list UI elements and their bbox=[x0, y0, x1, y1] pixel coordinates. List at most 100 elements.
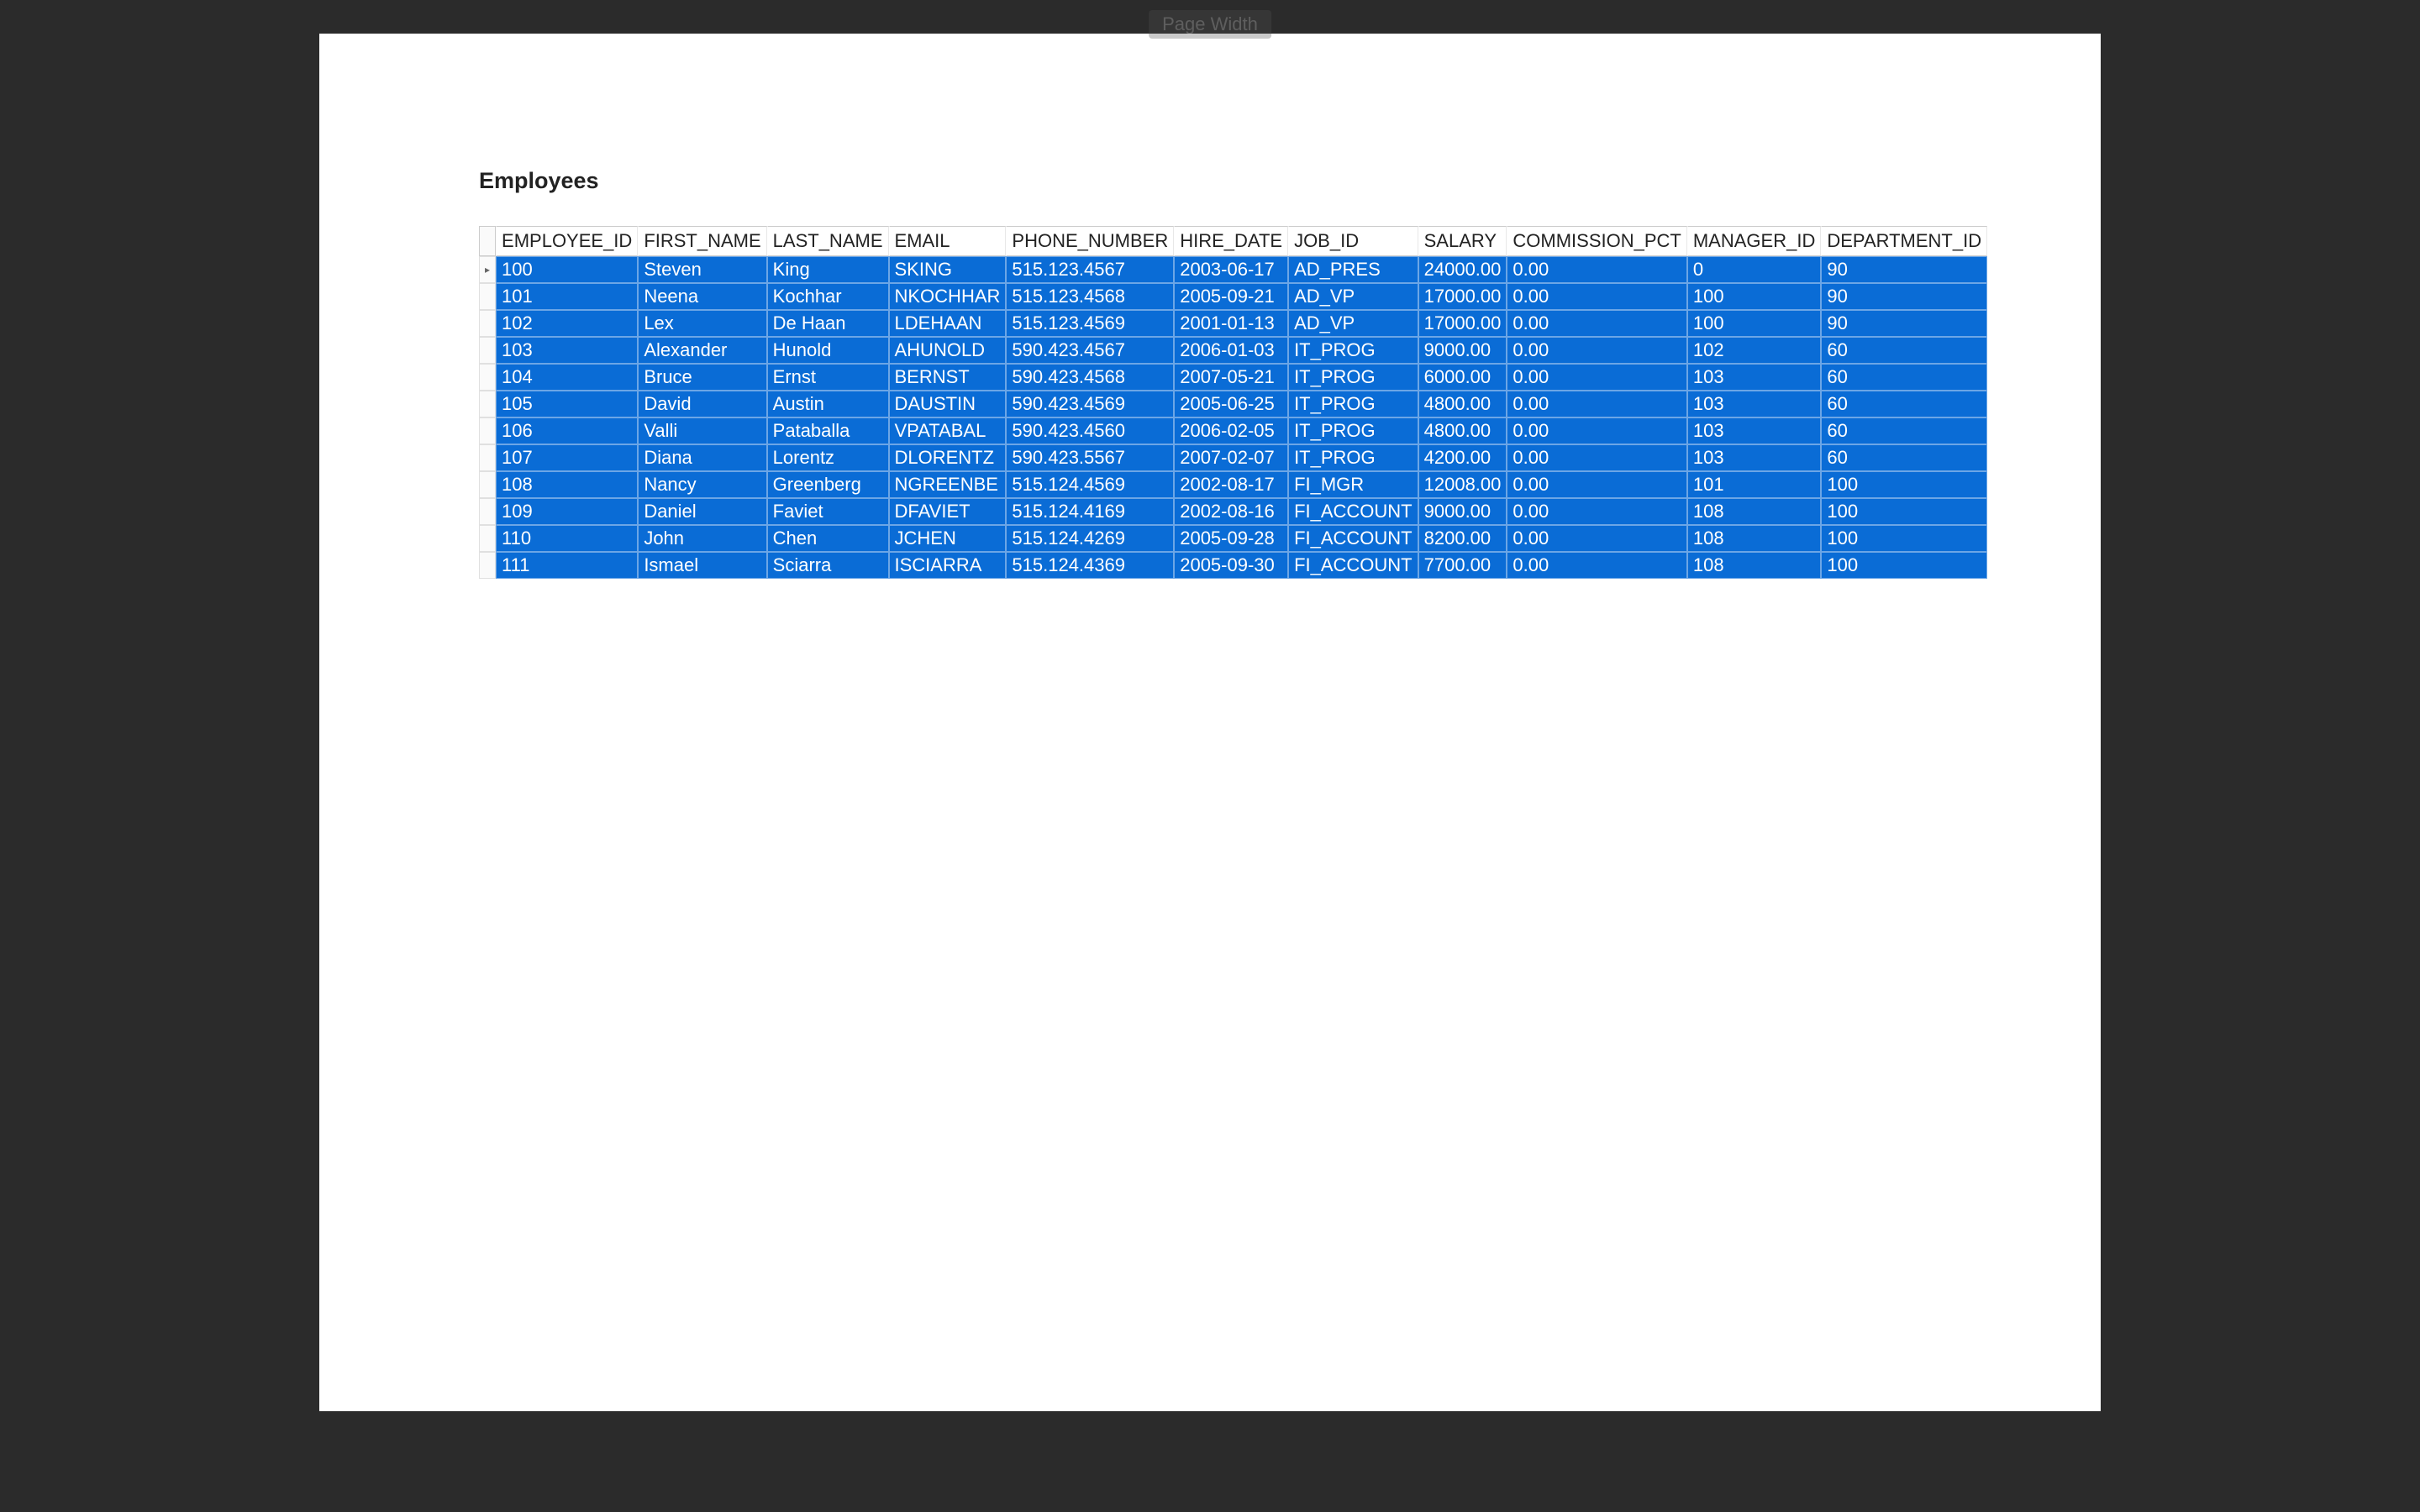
table-row[interactable]: 102LexDe HaanLDEHAAN515.123.45692001-01-… bbox=[479, 310, 1987, 337]
cell-email[interactable]: LDEHAAN bbox=[889, 310, 1007, 337]
cell-manager-id[interactable]: 108 bbox=[1687, 525, 1821, 552]
cell-email[interactable]: ISCIARRA bbox=[889, 552, 1007, 579]
cell-hire-date[interactable]: 2001-01-13 bbox=[1174, 310, 1288, 337]
cell-hire-date[interactable]: 2002-08-17 bbox=[1174, 471, 1288, 498]
cell-employee-id[interactable]: 106 bbox=[496, 417, 638, 444]
cell-last-name[interactable]: Ernst bbox=[767, 364, 889, 391]
cell-commission-pct[interactable]: 0.00 bbox=[1507, 283, 1686, 310]
cell-last-name[interactable]: Sciarra bbox=[767, 552, 889, 579]
cell-commission-pct[interactable]: 0.00 bbox=[1507, 417, 1686, 444]
cell-manager-id[interactable]: 100 bbox=[1687, 283, 1821, 310]
cell-first-name[interactable]: Nancy bbox=[638, 471, 766, 498]
cell-phone-number[interactable]: 590.423.4569 bbox=[1006, 391, 1174, 417]
employees-table[interactable]: EMPLOYEE_ID FIRST_NAME LAST_NAME EMAIL P… bbox=[479, 226, 1987, 579]
cell-last-name[interactable]: Austin bbox=[767, 391, 889, 417]
cell-hire-date[interactable]: 2005-09-30 bbox=[1174, 552, 1288, 579]
cell-email[interactable]: DFAVIET bbox=[889, 498, 1007, 525]
cell-salary[interactable]: 9000.00 bbox=[1418, 498, 1507, 525]
cell-job-id[interactable]: FI_MGR bbox=[1288, 471, 1418, 498]
cell-job-id[interactable]: FI_ACCOUNT bbox=[1288, 552, 1418, 579]
cell-employee-id[interactable]: 104 bbox=[496, 364, 638, 391]
cell-commission-pct[interactable]: 0.00 bbox=[1507, 391, 1686, 417]
row-selector[interactable] bbox=[479, 364, 496, 391]
cell-hire-date[interactable]: 2007-02-07 bbox=[1174, 444, 1288, 471]
cell-manager-id[interactable]: 103 bbox=[1687, 417, 1821, 444]
cell-email[interactable]: DLORENTZ bbox=[889, 444, 1007, 471]
row-selector[interactable] bbox=[479, 391, 496, 417]
cell-salary[interactable]: 9000.00 bbox=[1418, 337, 1507, 364]
row-selector[interactable] bbox=[479, 283, 496, 310]
cell-commission-pct[interactable]: 0.00 bbox=[1507, 498, 1686, 525]
col-header-phone-number[interactable]: PHONE_NUMBER bbox=[1006, 226, 1174, 256]
cell-email[interactable]: DAUSTIN bbox=[889, 391, 1007, 417]
cell-first-name[interactable]: John bbox=[638, 525, 766, 552]
cell-employee-id[interactable]: 102 bbox=[496, 310, 638, 337]
cell-manager-id[interactable]: 102 bbox=[1687, 337, 1821, 364]
col-header-email[interactable]: EMAIL bbox=[889, 226, 1007, 256]
cell-employee-id[interactable]: 100 bbox=[496, 256, 638, 283]
cell-salary[interactable]: 4800.00 bbox=[1418, 391, 1507, 417]
cell-commission-pct[interactable]: 0.00 bbox=[1507, 310, 1686, 337]
cell-department-id[interactable]: 60 bbox=[1821, 364, 1987, 391]
cell-first-name[interactable]: David bbox=[638, 391, 766, 417]
col-header-employee-id[interactable]: EMPLOYEE_ID bbox=[496, 226, 638, 256]
cell-job-id[interactable]: AD_VP bbox=[1288, 283, 1418, 310]
cell-employee-id[interactable]: 108 bbox=[496, 471, 638, 498]
cell-last-name[interactable]: Hunold bbox=[767, 337, 889, 364]
cell-commission-pct[interactable]: 0.00 bbox=[1507, 471, 1686, 498]
cell-hire-date[interactable]: 2005-09-21 bbox=[1174, 283, 1288, 310]
col-header-department-id[interactable]: DEPARTMENT_ID bbox=[1821, 226, 1987, 256]
cell-manager-id[interactable]: 103 bbox=[1687, 444, 1821, 471]
cell-job-id[interactable]: AD_PRES bbox=[1288, 256, 1418, 283]
cell-phone-number[interactable]: 590.423.4568 bbox=[1006, 364, 1174, 391]
cell-salary[interactable]: 8200.00 bbox=[1418, 525, 1507, 552]
cell-email[interactable]: AHUNOLD bbox=[889, 337, 1007, 364]
row-selector[interactable] bbox=[479, 337, 496, 364]
cell-commission-pct[interactable]: 0.00 bbox=[1507, 337, 1686, 364]
cell-phone-number[interactable]: 515.123.4567 bbox=[1006, 256, 1174, 283]
cell-salary[interactable]: 12008.00 bbox=[1418, 471, 1507, 498]
cell-phone-number[interactable]: 515.124.4169 bbox=[1006, 498, 1174, 525]
cell-department-id[interactable]: 90 bbox=[1821, 283, 1987, 310]
cell-department-id[interactable]: 60 bbox=[1821, 417, 1987, 444]
row-selector[interactable] bbox=[479, 256, 496, 283]
table-row[interactable]: 100StevenKingSKING515.123.45672003-06-17… bbox=[479, 256, 1987, 283]
cell-department-id[interactable]: 100 bbox=[1821, 525, 1987, 552]
table-row[interactable]: 109DanielFavietDFAVIET515.124.41692002-0… bbox=[479, 498, 1987, 525]
cell-first-name[interactable]: Alexander bbox=[638, 337, 766, 364]
cell-email[interactable]: SKING bbox=[889, 256, 1007, 283]
cell-last-name[interactable]: King bbox=[767, 256, 889, 283]
cell-department-id[interactable]: 100 bbox=[1821, 471, 1987, 498]
cell-salary[interactable]: 24000.00 bbox=[1418, 256, 1507, 283]
col-header-job-id[interactable]: JOB_ID bbox=[1288, 226, 1418, 256]
cell-first-name[interactable]: Diana bbox=[638, 444, 766, 471]
table-row[interactable]: 104BruceErnstBERNST590.423.45682007-05-2… bbox=[479, 364, 1987, 391]
cell-department-id[interactable]: 60 bbox=[1821, 337, 1987, 364]
cell-last-name[interactable]: Kochhar bbox=[767, 283, 889, 310]
col-header-hire-date[interactable]: HIRE_DATE bbox=[1174, 226, 1288, 256]
cell-phone-number[interactable]: 590.423.5567 bbox=[1006, 444, 1174, 471]
cell-phone-number[interactable]: 515.123.4569 bbox=[1006, 310, 1174, 337]
cell-last-name[interactable]: Faviet bbox=[767, 498, 889, 525]
cell-commission-pct[interactable]: 0.00 bbox=[1507, 364, 1686, 391]
cell-department-id[interactable]: 90 bbox=[1821, 310, 1987, 337]
cell-employee-id[interactable]: 110 bbox=[496, 525, 638, 552]
cell-phone-number[interactable]: 515.124.4369 bbox=[1006, 552, 1174, 579]
cell-hire-date[interactable]: 2005-06-25 bbox=[1174, 391, 1288, 417]
cell-job-id[interactable]: FI_ACCOUNT bbox=[1288, 498, 1418, 525]
cell-email[interactable]: NGREENBE bbox=[889, 471, 1007, 498]
cell-hire-date[interactable]: 2003-06-17 bbox=[1174, 256, 1288, 283]
cell-salary[interactable]: 6000.00 bbox=[1418, 364, 1507, 391]
cell-first-name[interactable]: Ismael bbox=[638, 552, 766, 579]
cell-employee-id[interactable]: 111 bbox=[496, 552, 638, 579]
cell-department-id[interactable]: 100 bbox=[1821, 498, 1987, 525]
cell-phone-number[interactable]: 515.124.4569 bbox=[1006, 471, 1174, 498]
cell-commission-pct[interactable]: 0.00 bbox=[1507, 552, 1686, 579]
cell-phone-number[interactable]: 590.423.4567 bbox=[1006, 337, 1174, 364]
cell-department-id[interactable]: 60 bbox=[1821, 391, 1987, 417]
table-row[interactable]: 108NancyGreenbergNGREENBE515.124.4569200… bbox=[479, 471, 1987, 498]
cell-manager-id[interactable]: 100 bbox=[1687, 310, 1821, 337]
cell-first-name[interactable]: Neena bbox=[638, 283, 766, 310]
table-row[interactable]: 107DianaLorentzDLORENTZ590.423.55672007-… bbox=[479, 444, 1987, 471]
cell-hire-date[interactable]: 2002-08-16 bbox=[1174, 498, 1288, 525]
